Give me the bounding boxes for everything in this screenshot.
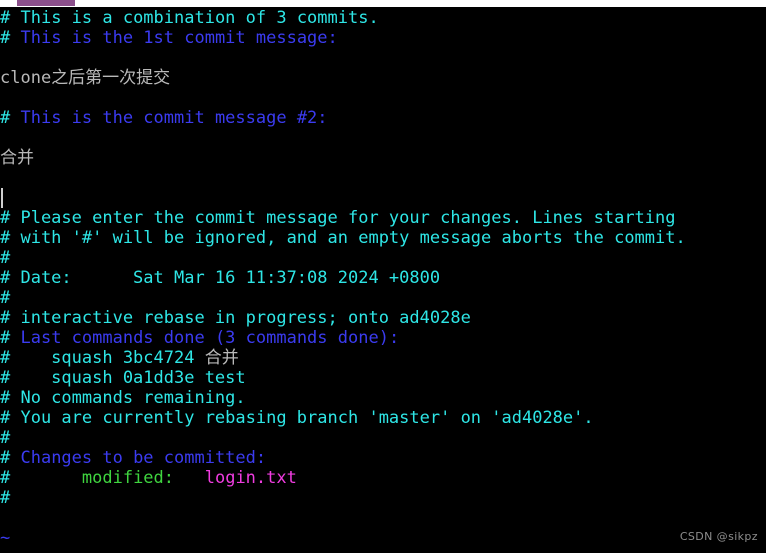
- terminal-text: Last commands done (3 commands done):: [20, 328, 400, 348]
- terminal-text: # You are currently rebasing branch 'mas…: [0, 408, 594, 428]
- terminal-line: # This is the commit message #2:: [0, 108, 328, 128]
- terminal-line: ~: [0, 528, 10, 548]
- terminal-line: # squash 3bc4724 合并: [0, 348, 239, 368]
- terminal-text: modified:: [81, 468, 175, 488]
- watermark: CSDN @sikpz: [679, 530, 758, 543]
- terminal-text: This is the commit message #2:: [20, 108, 328, 128]
- terminal-line: # modified: login.txt: [0, 468, 297, 488]
- terminal-text: # squash 0a1dd3e test: [0, 368, 246, 388]
- terminal-text: #: [0, 328, 21, 348]
- terminal-text: This is a combination of 3 commits.: [20, 8, 379, 28]
- terminal-text: #: [0, 28, 21, 48]
- terminal-text: #: [0, 248, 11, 268]
- terminal-text: #: [0, 8, 21, 28]
- cut-off-window-strip: [0, 0, 766, 7]
- terminal-text: # No commands remaining.: [0, 388, 246, 408]
- terminal-line: # This is a combination of 3 commits.: [0, 8, 379, 28]
- terminal-line: # Date: Sat Mar 16 11:37:08 2024 +0800: [0, 268, 440, 288]
- terminal-text: #: [0, 448, 21, 468]
- terminal-text: clone: [0, 68, 52, 88]
- terminal-text: #: [0, 488, 11, 508]
- terminal-line: clone之后第一次提交: [0, 68, 170, 88]
- terminal-line: # with '#' will be ignored, and an empty…: [0, 228, 686, 248]
- terminal-text: Changes to be committed:: [20, 448, 267, 468]
- terminal-text: #: [0, 108, 21, 128]
- terminal-line: # No commands remaining.: [0, 388, 246, 408]
- terminal-text: #: [0, 288, 11, 308]
- terminal-line: # squash 0a1dd3e test: [0, 368, 246, 388]
- terminal-line: #: [0, 428, 10, 448]
- cjk-text: 之后第一次提交: [51, 68, 171, 88]
- terminal-text: # Date: Sat Mar 16 11:37:08 2024 +0800: [0, 268, 441, 288]
- terminal-line: #: [0, 288, 10, 308]
- terminal-text: #: [0, 468, 82, 488]
- cjk-text: 合并: [0, 148, 34, 168]
- terminal-text: # Please enter the commit message for yo…: [0, 208, 676, 228]
- terminal-line: #: [0, 488, 10, 508]
- terminal-text: ~: [0, 528, 11, 548]
- terminal-text: ~: [0, 548, 10, 553]
- terminal-text: # squash 3bc4724: [0, 348, 205, 368]
- terminal-line: #: [0, 248, 10, 268]
- terminal-line: 合并: [0, 148, 34, 168]
- text-cursor: [1, 188, 3, 208]
- terminal-line: # Changes to be committed:: [0, 448, 266, 468]
- terminal-line: # Last commands done (3 commands done):: [0, 328, 399, 348]
- terminal-line: ~: [0, 548, 10, 553]
- terminal-text: This is the 1st commit message:: [20, 28, 338, 48]
- terminal-text: # with '#' will be ignored, and an empty…: [0, 228, 686, 248]
- terminal-line: # You are currently rebasing branch 'mas…: [0, 408, 594, 428]
- terminal-line: # interactive rebase in progress; onto a…: [0, 308, 471, 328]
- terminal-line: # Please enter the commit message for yo…: [0, 208, 676, 228]
- terminal-text: login.txt: [204, 468, 297, 488]
- purple-chip: [17, 0, 75, 6]
- terminal-text: # interactive rebase in progress; onto a…: [0, 308, 471, 328]
- terminal-text: #: [0, 428, 11, 448]
- terminal-line: # This is the 1st commit message:: [0, 28, 338, 48]
- cjk-text: 合并: [204, 348, 239, 368]
- terminal-screen[interactable]: # This is a combination of 3 commits. # T…: [0, 7, 766, 553]
